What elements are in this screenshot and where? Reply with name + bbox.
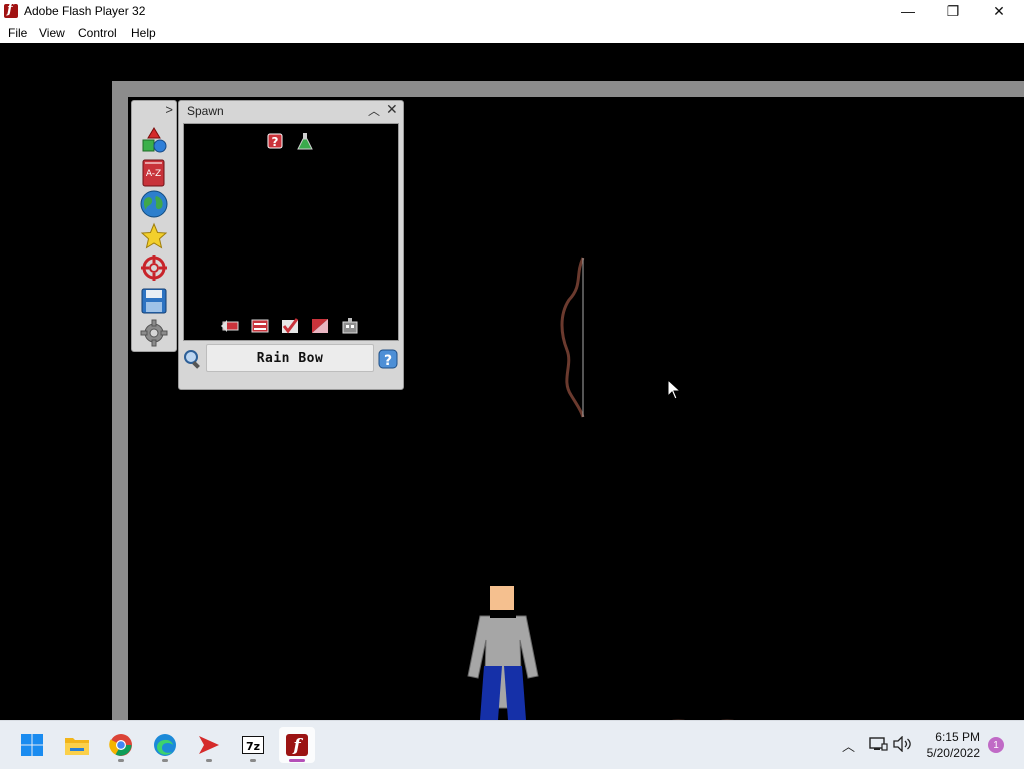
running-indicator: [206, 759, 212, 762]
check-icon[interactable]: [281, 318, 299, 334]
settings-icon[interactable]: [140, 319, 168, 347]
help-icon[interactable]: ?: [377, 348, 399, 370]
color-swatch-icon[interactable]: [311, 318, 329, 334]
flash-player-icon[interactable]: f: [279, 727, 315, 763]
target-icon[interactable]: [140, 254, 168, 282]
spawn-panel: Spawn ︿ ✕ ? Rain Bow ?: [178, 100, 404, 390]
mystery-item-icon[interactable]: ?: [266, 132, 284, 150]
spawn-panel-title: Spawn: [187, 104, 224, 118]
windows-start-icon[interactable]: [14, 727, 50, 763]
rain-bow-object[interactable]: [555, 255, 589, 420]
7zip-icon[interactable]: 7z: [235, 727, 271, 763]
sliders-icon[interactable]: [251, 318, 269, 334]
menu-file[interactable]: File: [8, 26, 27, 40]
minimize-button[interactable]: —: [885, 0, 931, 22]
search-icon[interactable]: [182, 348, 204, 370]
back-icon[interactable]: [221, 318, 239, 334]
robot-icon[interactable]: [341, 318, 359, 334]
send-app-icon[interactable]: [191, 727, 227, 763]
star-icon[interactable]: [140, 222, 168, 250]
running-indicator: [250, 759, 256, 762]
menu-help[interactable]: Help: [131, 26, 156, 40]
shapes-icon[interactable]: [140, 127, 168, 155]
top-wall: [112, 81, 1024, 97]
svg-text:?: ?: [384, 353, 392, 369]
chevron-up-icon[interactable]: ︿: [368, 102, 380, 119]
left-wall: [112, 81, 128, 720]
game-stage[interactable]: > A-Z Spawn ︿ ✕ ? Rain Bow ?: [0, 43, 1024, 726]
taskbar: 7z f ︿ 6:15 PM 5/20/2022 1: [0, 720, 1024, 769]
menu-control[interactable]: Control: [78, 26, 117, 40]
potion-flask-icon[interactable]: [296, 132, 314, 150]
file-explorer-icon[interactable]: [59, 727, 95, 763]
window-title: Adobe Flash Player 32: [24, 4, 146, 18]
a-z-icon[interactable]: A-Z: [140, 159, 168, 187]
close-icon[interactable]: ✕: [386, 101, 398, 118]
tool-sidebar: > A-Z: [131, 100, 177, 352]
clock-time[interactable]: 6:15 PM: [920, 730, 980, 744]
running-indicator: [118, 759, 124, 762]
a-z-label: A-Z: [146, 169, 161, 179]
title-bar: Adobe Flash Player 32 — ❐ ✕: [0, 0, 1024, 22]
spawn-search-input[interactable]: Rain Bow: [206, 344, 374, 372]
globe-icon[interactable]: [140, 190, 168, 218]
save-icon[interactable]: [140, 287, 168, 315]
7zip-label: 7z: [246, 740, 260, 753]
volume-icon[interactable]: [893, 735, 913, 753]
restore-button[interactable]: ❐: [930, 0, 976, 22]
svg-text:?: ?: [272, 135, 279, 149]
mouse-cursor: [667, 378, 682, 401]
notification-badge[interactable]: 1: [988, 737, 1004, 753]
active-indicator: [289, 759, 305, 762]
menu-bar: File View Control Help: [0, 22, 1024, 43]
edge-icon[interactable]: [147, 727, 183, 763]
chevron-up-icon[interactable]: ︿: [842, 736, 855, 755]
chevron-right-icon[interactable]: >: [165, 102, 173, 117]
menu-view[interactable]: View: [39, 26, 65, 40]
close-button[interactable]: ✕: [976, 0, 1022, 22]
ragdoll-character[interactable]: [464, 586, 542, 720]
running-indicator: [162, 759, 168, 762]
clock-date[interactable]: 5/20/2022: [916, 746, 980, 760]
chrome-icon[interactable]: [103, 727, 139, 763]
flash-player-icon: [4, 2, 18, 18]
spawn-item-grid: ?: [183, 123, 399, 341]
network-icon[interactable]: [868, 736, 888, 752]
